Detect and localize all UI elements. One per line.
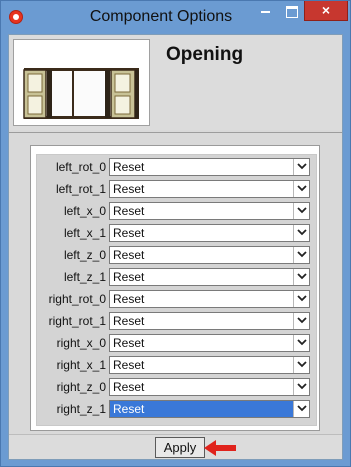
option-label: right_x_0 — [56, 336, 106, 350]
option-select-right-z-0[interactable]: Reset — [109, 378, 310, 396]
option-value: Reset — [113, 314, 145, 328]
chevron-down-icon[interactable] — [293, 313, 309, 329]
option-row: left_x_0 Reset — [37, 202, 318, 221]
option-row: left_z_1 Reset — [37, 268, 318, 287]
option-select-left-rot-0[interactable]: Reset — [109, 158, 310, 176]
option-select-left-x-1[interactable]: Reset — [109, 224, 310, 242]
window-opening-preview — [14, 40, 149, 125]
option-row: right_rot_0 Reset — [37, 290, 318, 309]
title-bar[interactable]: Component Options × — [1, 1, 350, 34]
component-thumbnail — [13, 39, 150, 126]
option-select-right-x-1[interactable]: Reset — [109, 356, 310, 374]
option-label: right_z_0 — [56, 380, 106, 394]
option-row: right_x_1 Reset — [37, 356, 318, 375]
option-label: right_rot_1 — [48, 314, 106, 328]
chevron-down-icon[interactable] — [293, 203, 309, 219]
chevron-down-icon[interactable] — [293, 401, 309, 417]
chevron-down-icon[interactable] — [293, 181, 309, 197]
option-label: right_z_1 — [56, 402, 106, 416]
component-header: Opening — [9, 35, 342, 130]
option-row: right_z_1 Reset — [37, 400, 318, 419]
option-row: left_z_0 Reset — [37, 246, 318, 265]
option-row: right_z_0 Reset — [37, 378, 318, 397]
option-value: Reset — [113, 380, 145, 394]
option-select-left-z-0[interactable]: Reset — [109, 246, 310, 264]
minimize-icon[interactable] — [252, 1, 278, 21]
option-select-right-z-1[interactable]: Reset — [109, 400, 310, 418]
chevron-down-icon[interactable] — [293, 335, 309, 351]
dialog-body: Opening left_rot_0 Reset left_rot_1 Rese… — [8, 34, 343, 460]
options-panel: left_rot_0 Reset left_rot_1 Reset left_x… — [30, 145, 320, 431]
option-label: left_rot_0 — [55, 160, 106, 174]
apply-button[interactable]: Apply — [155, 437, 205, 458]
maximize-icon[interactable] — [278, 1, 304, 21]
option-label: left_z_0 — [63, 248, 106, 262]
chevron-down-icon[interactable] — [293, 379, 309, 395]
option-value: Reset — [113, 336, 145, 350]
divider — [9, 132, 342, 133]
option-label: left_x_0 — [63, 204, 106, 218]
option-row: left_x_1 Reset — [37, 224, 318, 243]
option-value: Reset — [113, 182, 145, 196]
option-value: Reset — [113, 226, 145, 240]
option-label: right_x_1 — [56, 358, 106, 372]
option-row: right_rot_1 Reset — [37, 312, 318, 331]
option-label: left_x_1 — [63, 226, 106, 240]
option-select-right-x-0[interactable]: Reset — [109, 334, 310, 352]
option-row: left_rot_0 Reset — [37, 158, 318, 177]
option-value: Reset — [113, 358, 145, 372]
option-select-left-z-1[interactable]: Reset — [109, 268, 310, 286]
options-grid: left_rot_0 Reset left_rot_1 Reset left_x… — [36, 154, 317, 426]
chevron-down-icon[interactable] — [293, 357, 309, 373]
component-name: Opening — [166, 44, 244, 65]
option-label: left_rot_1 — [55, 182, 106, 196]
option-value: Reset — [113, 248, 145, 262]
chevron-down-icon[interactable] — [293, 291, 309, 307]
option-select-right-rot-1[interactable]: Reset — [109, 312, 310, 330]
option-row: left_rot_1 Reset — [37, 180, 318, 199]
option-label: right_rot_0 — [48, 292, 106, 306]
component-options-window: Component Options × Opening left_rot_0 R… — [0, 0, 351, 467]
option-select-right-rot-0[interactable]: Reset — [109, 290, 310, 308]
option-select-left-x-0[interactable]: Reset — [109, 202, 310, 220]
red-arrow-icon — [204, 440, 236, 456]
option-label: left_z_1 — [63, 270, 106, 284]
chevron-down-icon[interactable] — [293, 269, 309, 285]
option-value: Reset — [113, 160, 145, 174]
option-value: Reset — [113, 292, 145, 306]
option-value: Reset — [113, 270, 145, 284]
option-value: Reset — [113, 402, 145, 416]
chevron-down-icon[interactable] — [293, 159, 309, 175]
option-value: Reset — [113, 204, 145, 218]
option-row: right_x_0 Reset — [37, 334, 318, 353]
chevron-down-icon[interactable] — [293, 225, 309, 241]
option-select-left-rot-1[interactable]: Reset — [109, 180, 310, 198]
chevron-down-icon[interactable] — [293, 247, 309, 263]
close-icon[interactable]: × — [304, 1, 348, 21]
